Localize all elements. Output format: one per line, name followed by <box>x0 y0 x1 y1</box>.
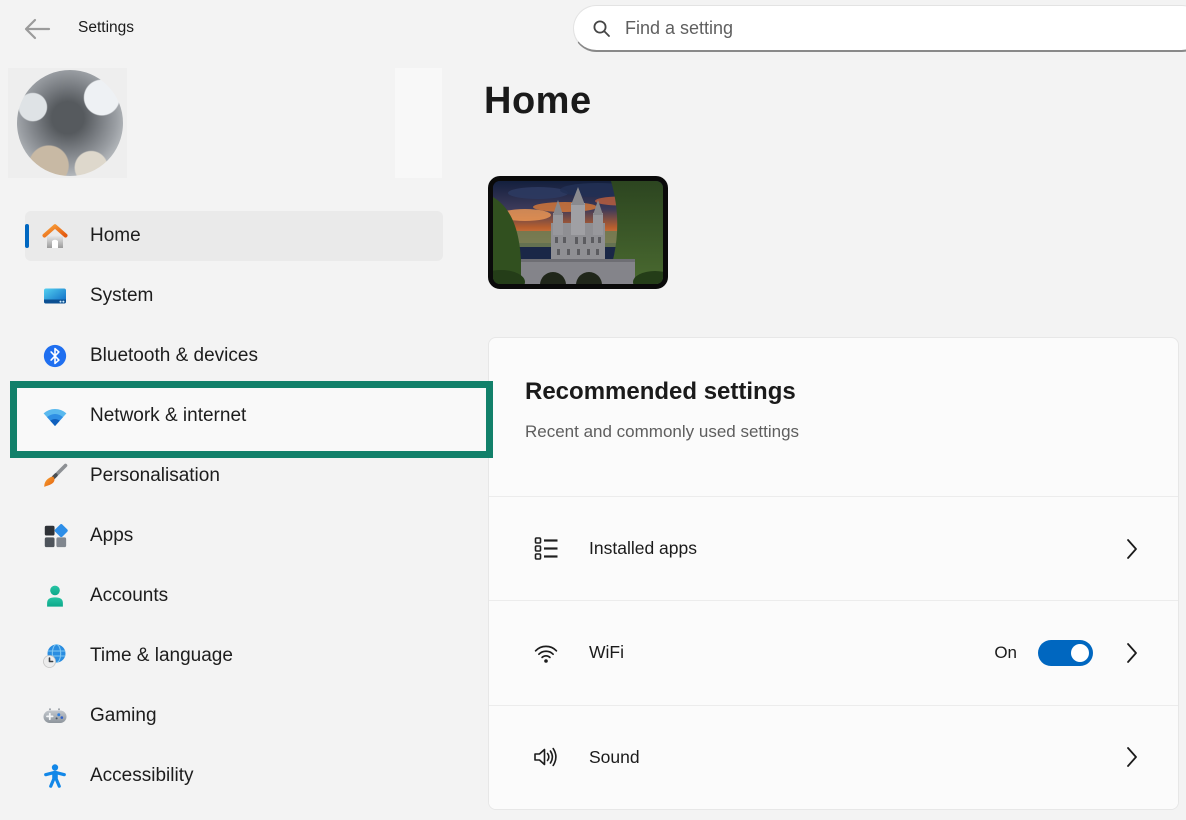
sidebar-item-apps[interactable]: Apps <box>25 512 443 560</box>
wifi-icon <box>532 639 560 667</box>
sidebar-item-network[interactable]: Network & internet <box>25 392 443 440</box>
page-title: Home <box>484 80 592 123</box>
person-icon <box>41 582 69 610</box>
chevron-right-icon <box>1126 746 1138 768</box>
sidebar-item-label: Accounts <box>90 585 168 607</box>
wifi-network-icon <box>41 402 69 430</box>
back-arrow-icon <box>22 15 52 43</box>
sound-speaker-icon <box>532 743 560 771</box>
bluetooth-icon <box>41 342 69 370</box>
selected-indicator <box>25 224 29 248</box>
row-wifi[interactable]: WiFi On <box>489 600 1178 704</box>
landscape-church-illustration <box>493 181 663 284</box>
search-box[interactable] <box>573 5 1186 52</box>
search-icon <box>592 19 611 38</box>
row-sound[interactable]: Sound <box>489 705 1178 809</box>
sidebar-item-bluetooth[interactable]: Bluetooth & devices <box>25 332 443 380</box>
card-rows: Installed apps WiFi On <box>489 497 1178 809</box>
search-input[interactable] <box>625 18 1186 39</box>
accessibility-person-icon <box>41 762 69 790</box>
apps-grid-icon <box>41 522 69 550</box>
sidebar-item-accounts[interactable]: Accounts <box>25 572 443 620</box>
row-label: Sound <box>589 747 1093 768</box>
card-title: Recommended settings <box>525 378 1142 406</box>
sidebar-item-home[interactable]: Home <box>25 211 443 261</box>
row-installed-apps[interactable]: Installed apps <box>489 497 1178 600</box>
sidebar-item-label: System <box>90 285 153 307</box>
paintbrush-icon <box>41 462 69 490</box>
row-label: Installed apps <box>589 538 1093 559</box>
device-preview-image <box>488 176 668 289</box>
globe-clock-icon <box>41 642 69 670</box>
toggle-status-label: On <box>994 643 1017 663</box>
sidebar-item-accessibility[interactable]: Accessibility <box>25 752 443 800</box>
sidebar-item-label: Personalisation <box>90 465 220 487</box>
sidebar-item-label: Gaming <box>90 705 157 727</box>
toggle-knob <box>1071 644 1089 662</box>
home-icon <box>41 222 69 250</box>
sidebar-item-label: Time & language <box>90 645 233 667</box>
card-header: Recommended settings Recent and commonly… <box>489 338 1178 497</box>
sidebar-item-system[interactable]: System <box>25 272 443 320</box>
row-label: WiFi <box>589 642 994 663</box>
sidebar-item-label: Network & internet <box>90 405 246 427</box>
sidebar-item-personalisation[interactable]: Personalisation <box>25 452 443 500</box>
sidebar-item-label: Apps <box>90 525 133 547</box>
sidebar-item-time-language[interactable]: Time & language <box>25 632 443 680</box>
installed-apps-icon <box>532 535 560 563</box>
user-avatar[interactable] <box>17 70 123 176</box>
chevron-right-icon <box>1126 642 1138 664</box>
sidebar-item-label: Home <box>90 225 141 247</box>
account-banner-right <box>395 68 442 178</box>
sidebar-item-gaming[interactable]: Gaming <box>25 692 443 740</box>
system-icon <box>41 282 69 310</box>
card-subtitle: Recent and commonly used settings <box>525 422 1142 442</box>
recommended-settings-card: Recommended settings Recent and commonly… <box>488 337 1179 810</box>
sidebar-item-label: Bluetooth & devices <box>90 345 258 367</box>
wifi-toggle-switch[interactable] <box>1038 640 1093 666</box>
chevron-right-icon <box>1126 538 1138 560</box>
gamepad-icon <box>41 702 69 730</box>
sidebar-item-label: Accessibility <box>90 765 193 787</box>
app-title: Settings <box>78 19 134 37</box>
back-button[interactable] <box>22 15 52 43</box>
